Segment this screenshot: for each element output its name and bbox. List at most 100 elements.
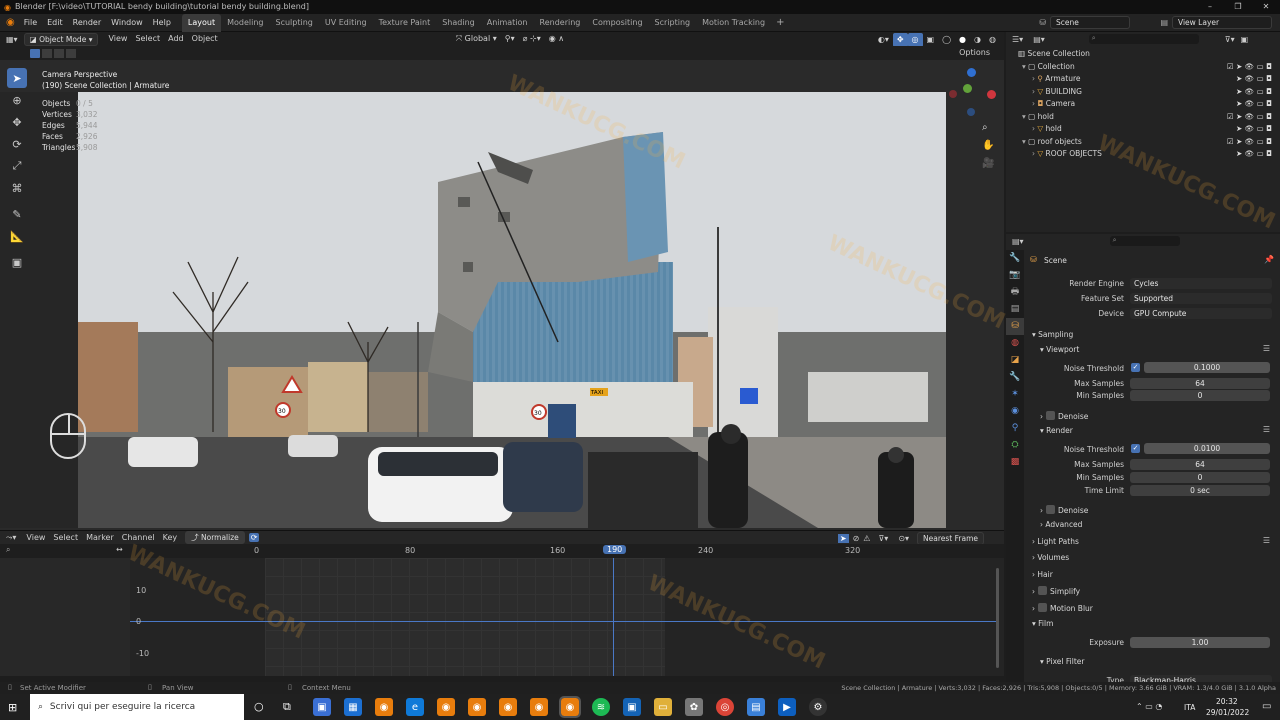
motion-blur-checkbox[interactable] <box>1038 603 1047 612</box>
menu-file[interactable]: File <box>19 14 42 32</box>
viewport-subpanel-header[interactable]: ▾ Viewport <box>1040 345 1079 354</box>
scale-tool-icon[interactable]: ⤢ <box>7 156 27 176</box>
sampling-panel-header[interactable]: ▾ Sampling <box>1032 330 1073 339</box>
clock-date[interactable]: 29/01/2022 <box>1206 708 1249 717</box>
time-limit-field[interactable]: 0 sec <box>1130 485 1270 496</box>
world-properties-tab-icon[interactable]: ◍ <box>1006 335 1024 352</box>
graph-scrollbar[interactable] <box>996 568 999 668</box>
filter-icon[interactable]: ⊽▾ <box>872 534 894 543</box>
list-icon[interactable]: ☰ <box>1263 344 1270 353</box>
blender-taskbar-icon-active[interactable]: ◉ <box>559 696 581 718</box>
view-layer-name[interactable]: View Layer <box>1172 16 1272 29</box>
outliner-row[interactable]: › ◘ Camera ➤ 👁 ▭ ◘ <box>1006 98 1280 111</box>
pixel-filter-subpanel-header[interactable]: ▾ Pixel Filter <box>1040 657 1084 666</box>
physics-properties-tab-icon[interactable]: ◉ <box>1006 403 1024 420</box>
cortana-icon[interactable]: ○ <box>254 700 264 713</box>
r-noise-threshold-checkbox[interactable]: ✓ <box>1131 444 1140 453</box>
restriction-toggles-icon[interactable]: ➤ 👁 ▭ ◘ <box>1236 86 1272 99</box>
simplify-checkbox[interactable] <box>1038 586 1047 595</box>
system-tray-icons[interactable]: ⌃ ▭ ◔ <box>1136 702 1162 711</box>
graph-menu-marker[interactable]: Marker <box>82 531 118 545</box>
outliner-row[interactable]: › ▽ BUILDING ➤ 👁 ▭ ◘ <box>1006 86 1280 99</box>
snap-icon[interactable]: ⌀ ⊹▾ <box>519 32 545 46</box>
select-box-icon[interactable] <box>30 48 40 58</box>
mode-dropdown[interactable]: ◪ Object Mode ▾ <box>23 32 99 46</box>
clock-time[interactable]: 20:32 <box>1216 697 1238 706</box>
select-intersect-icon[interactable] <box>66 48 76 58</box>
tab-compositing[interactable]: Compositing <box>586 14 648 32</box>
restriction-toggles-icon[interactable]: ☑ ➤ 👁 ▭ ◘ <box>1227 61 1272 74</box>
minimize-button[interactable]: – <box>1196 0 1224 14</box>
outliner-filter-icon[interactable]: ⊽▾ <box>1225 35 1235 44</box>
blender-menu-icon[interactable]: ◉ <box>0 17 19 28</box>
transform-orientation[interactable]: ⤧ Global ▾ <box>452 32 501 46</box>
pivot-point-icon[interactable]: ⊙▾ <box>894 534 913 543</box>
graph-editor-area[interactable]: 10 0 -10 <box>0 558 1004 676</box>
axis-neg-z-icon[interactable] <box>967 108 975 116</box>
hair-panel-header[interactable]: › Hair <box>1032 570 1053 579</box>
particles-properties-tab-icon[interactable]: ✶ <box>1006 386 1024 403</box>
wireframe-shading-icon[interactable]: ◯ <box>938 33 955 47</box>
file-explorer-icon[interactable]: ▭ <box>654 698 672 716</box>
search-icon[interactable]: ⌕ <box>6 545 10 555</box>
normalize-toggle[interactable]: ⤴ Normalize <box>185 531 245 544</box>
outliner-root[interactable]: ▥ Scene Collection <box>1006 48 1280 61</box>
outliner-editor-icon[interactable]: ☰▾ <box>1006 35 1029 44</box>
restriction-toggles-icon[interactable]: ☑ ➤ 👁 ▭ ◘ <box>1227 111 1272 124</box>
app2-icon[interactable]: ✿ <box>685 698 703 716</box>
tab-shading[interactable]: Shading <box>436 14 481 32</box>
outliner-row[interactable]: › ⚲ Armature ➤ 👁 ▭ ◘ <box>1006 73 1280 86</box>
visibility-icon[interactable]: ◐▾ <box>874 33 893 47</box>
graph-menu-select[interactable]: Select <box>49 531 82 545</box>
graph-editor-type-icon[interactable]: ⤳▾ <box>0 533 22 543</box>
cursor-tool-icon[interactable]: ⊕ <box>7 90 27 110</box>
outliner-row[interactable]: ▾ ▢ Collection ☑ ➤ 👁 ▭ ◘ <box>1006 61 1280 74</box>
tab-modeling[interactable]: Modeling <box>221 14 269 32</box>
tab-scripting[interactable]: Scripting <box>649 14 697 32</box>
denoise-checkbox[interactable] <box>1046 411 1055 420</box>
properties-editor-icon[interactable]: ▤▾ <box>1006 237 1030 246</box>
settings-icon[interactable]: ⚙ <box>809 698 827 716</box>
menu-render[interactable]: Render <box>68 14 106 32</box>
add-cube-tool-icon[interactable]: ▣ <box>7 252 27 272</box>
camera-view-icon[interactable]: 🎥 <box>982 158 1000 176</box>
annotate-tool-icon[interactable]: ✎ <box>7 204 27 224</box>
only-selected-icon[interactable]: ➤ <box>837 534 849 543</box>
move-tool-icon[interactable]: ✥ <box>7 112 27 132</box>
measure-tool-icon[interactable]: 📐 <box>7 226 27 246</box>
axis-neg-x-icon[interactable] <box>949 90 957 98</box>
vp-noise-threshold-field[interactable]: 0.1000 <box>1144 362 1270 373</box>
pan-hand-icon[interactable]: ✋ <box>982 140 1000 158</box>
pivot-icon[interactable]: ⚲▾ <box>501 32 519 46</box>
scene-selector[interactable]: ⛁ Scene <box>1039 16 1130 29</box>
zoom-icon[interactable]: ⌕ <box>982 122 1000 140</box>
simplify-panel-header[interactable]: › Simplify <box>1032 586 1080 596</box>
auto-normalize-icon[interactable]: ⟳ <box>248 533 260 542</box>
editor-type-icon[interactable]: ▦▾ <box>0 35 24 44</box>
show-errors-icon[interactable]: ⚠ <box>861 534 872 543</box>
graph-menu-view[interactable]: View <box>22 531 49 545</box>
outliner-row[interactable]: › ▽ hold ➤ 👁 ▭ ◘ <box>1006 123 1280 136</box>
task-view-icon[interactable]: ⧉ <box>283 700 291 714</box>
material-shading-icon[interactable]: ◑ <box>970 33 985 47</box>
frame-range-icon[interactable]: ↔ <box>116 545 123 554</box>
tab-texture-paint[interactable]: Texture Paint <box>373 14 437 32</box>
outliner-row[interactable]: ▾ ▢ roof objects ☑ ➤ 👁 ▭ ◘ <box>1006 136 1280 149</box>
r-noise-threshold-field[interactable]: 0.0100 <box>1144 443 1270 454</box>
blender-taskbar-icon-4[interactable]: ◉ <box>499 698 517 716</box>
gizmo-icon[interactable]: ✥ <box>892 33 908 47</box>
vp-noise-threshold-checkbox[interactable]: ✓ <box>1131 363 1140 372</box>
menu-help[interactable]: Help <box>148 14 176 32</box>
blender-taskbar-icon-2[interactable]: ◉ <box>437 698 455 716</box>
data-properties-tab-icon[interactable]: ⛭ <box>1006 437 1024 454</box>
maximize-button[interactable]: ❐ <box>1224 0 1252 14</box>
render-properties-tab-icon[interactable]: 📷 <box>1006 267 1024 284</box>
new-collection-icon[interactable]: ▣ <box>1241 35 1249 44</box>
language-indicator[interactable]: ITA <box>1184 703 1195 712</box>
notes-icon[interactable]: ▤ <box>747 698 765 716</box>
axis-x-icon[interactable] <box>987 90 996 99</box>
select-subtract-icon[interactable] <box>54 48 64 58</box>
show-hidden-icon[interactable]: ⊘ <box>851 534 862 543</box>
rendered-shading-icon[interactable]: ◍ <box>985 33 1000 47</box>
vp-min-samples-field[interactable]: 0 <box>1130 390 1270 401</box>
